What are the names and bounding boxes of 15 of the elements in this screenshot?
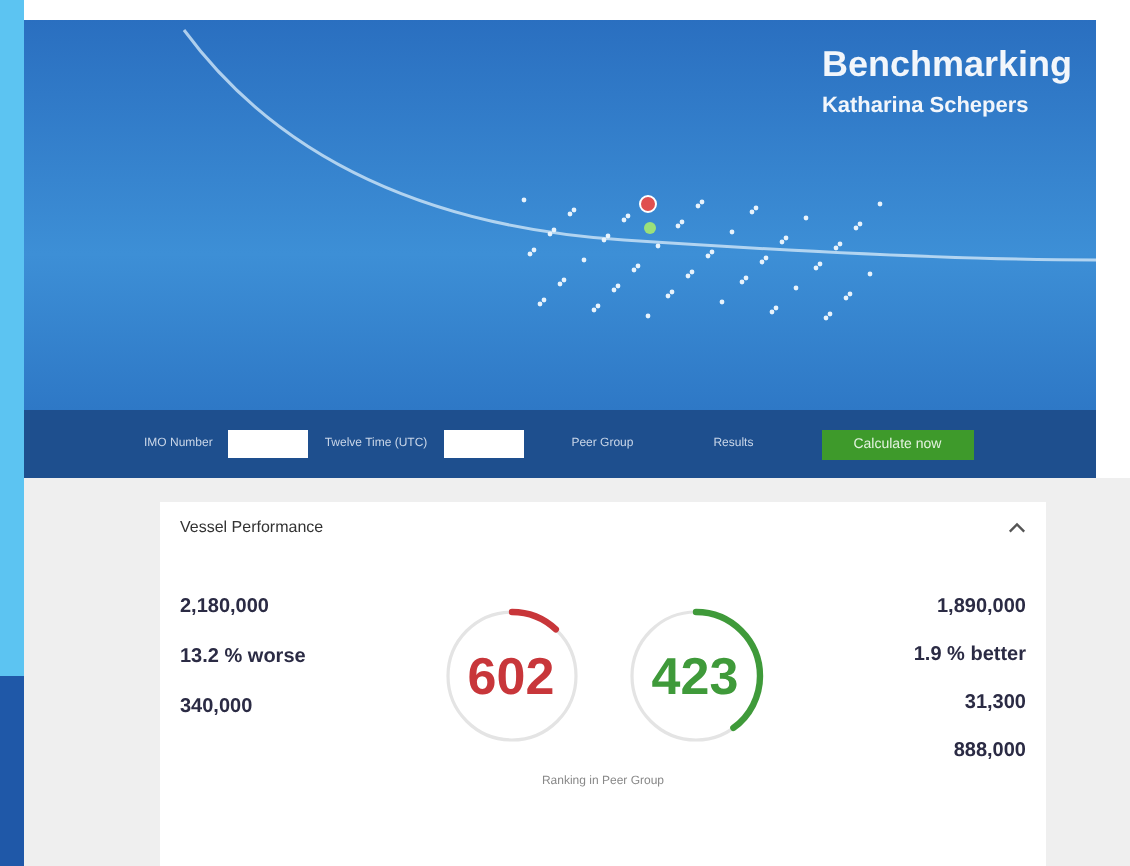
stat-value: 13.2 % worse (180, 646, 308, 668)
gauge-value: 602 (467, 645, 555, 707)
stat-value: 31,300 (964, 692, 1026, 714)
stat-value: 340,000 (180, 696, 255, 718)
input-field[interactable] (443, 430, 524, 458)
input-field[interactable] (228, 430, 309, 458)
stat-value: 888,000 (953, 740, 1026, 762)
user-name: Katharina Schepers (821, 94, 1031, 118)
page-title: Benchmarking (821, 44, 1072, 86)
stat-value: 1.9 % better (913, 644, 1026, 666)
card-title: Vessel Performance (180, 518, 324, 536)
stat-value: 2,180,000 (180, 596, 271, 618)
chevron-icon[interactable] (1008, 521, 1026, 533)
stat-value: 1,890,000 (937, 596, 1026, 618)
gauge-value: 423 (651, 645, 739, 707)
